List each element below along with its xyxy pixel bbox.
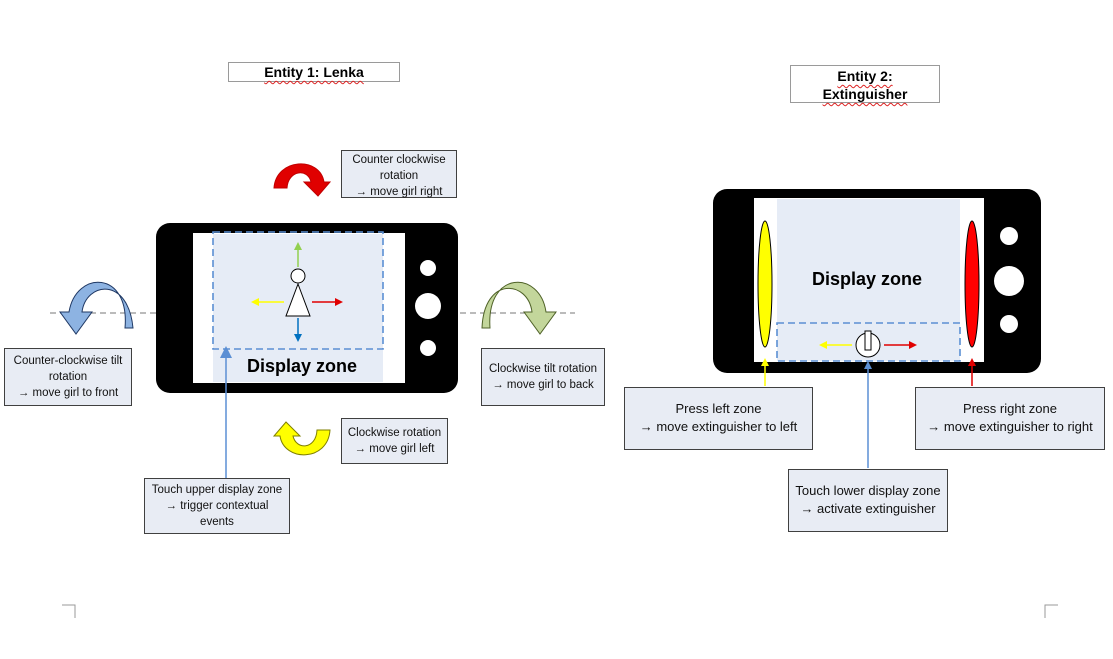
- diagram-canvas: [50, 163, 1058, 618]
- callout-ccw-tilt: Counter-clockwise tilt rotation → move g…: [4, 348, 132, 406]
- callout-cw-rotation: Clockwise rotation → move girl left: [341, 418, 448, 464]
- callout-press-right: Press right zone → move extinguisher to …: [915, 387, 1105, 450]
- callout-touch-lower-line2: → activate extinguisher: [800, 501, 936, 516]
- right-press-zone: [964, 220, 980, 348]
- callout-press-left-line1: Press left zone: [675, 401, 762, 416]
- entity2-button-middle: [994, 266, 1024, 296]
- ccw-rotation-red-arrow: [273, 163, 332, 197]
- left-press-zone: [757, 220, 773, 348]
- entity1-button-top: [420, 260, 436, 276]
- cw-rotation-yellow-arrow: [272, 421, 331, 456]
- callout-press-right-line1: Press right zone: [963, 401, 1057, 416]
- entity1-button-bottom: [420, 340, 436, 356]
- entity2-display-zone-label: Display zone: [812, 269, 923, 289]
- callout-cw-rotation-line1: Clockwise rotation: [347, 427, 442, 439]
- callout-press-right-line2: → move extinguisher to right: [927, 419, 1093, 434]
- callout-ccw-tilt-line2: rotation: [48, 371, 88, 383]
- callout-ccw-rotation: Counter clockwise rotation → move girl r…: [341, 150, 457, 198]
- callout-touch-lower: Touch lower display zone → activate exti…: [788, 469, 948, 532]
- callout-ccw-rotation-line2: rotation: [379, 170, 419, 182]
- entity1-button-middle: [415, 293, 441, 319]
- callout-press-left-line2: → move extinguisher to left: [639, 419, 798, 434]
- corner-mark-left: [62, 604, 76, 618]
- callout-cw-tilt-line2: → move girl to back: [492, 379, 594, 391]
- callout-touch-lower-line1: Touch lower display zone: [795, 483, 941, 498]
- cw-tilt-olive-arrow: [481, 281, 557, 335]
- corner-mark-right: [1044, 604, 1058, 618]
- entity2-button-bottom: [1000, 315, 1018, 333]
- callout-touch-upper-line1: Touch upper display zone: [151, 484, 283, 496]
- entity1-display-zone-label: Display zone: [247, 356, 358, 376]
- callout-ccw-tilt-line3: → move girl to front: [17, 387, 119, 399]
- callout-press-left: Press left zone → move extinguisher to l…: [624, 387, 813, 450]
- callout-touch-upper: Touch upper display zone → trigger conte…: [144, 478, 290, 534]
- callout-ccw-rotation-line1: Counter clockwise: [352, 154, 446, 166]
- ccw-tilt-blue-arrow: [59, 281, 134, 335]
- entity2-button-top: [1000, 227, 1018, 245]
- callout-cw-rotation-line2: → move girl left: [354, 443, 435, 455]
- callout-cw-tilt-line1: Clockwise tilt rotation: [488, 363, 597, 375]
- callout-ccw-tilt-line1: Counter-clockwise tilt: [13, 355, 123, 367]
- callout-cw-tilt: Clockwise tilt rotation → move girl to b…: [481, 348, 605, 406]
- callout-touch-upper-line3: events: [200, 516, 234, 528]
- callout-ccw-rotation-line3: → move girl right: [355, 186, 443, 198]
- callout-touch-upper-line2: → trigger contextual: [165, 500, 269, 512]
